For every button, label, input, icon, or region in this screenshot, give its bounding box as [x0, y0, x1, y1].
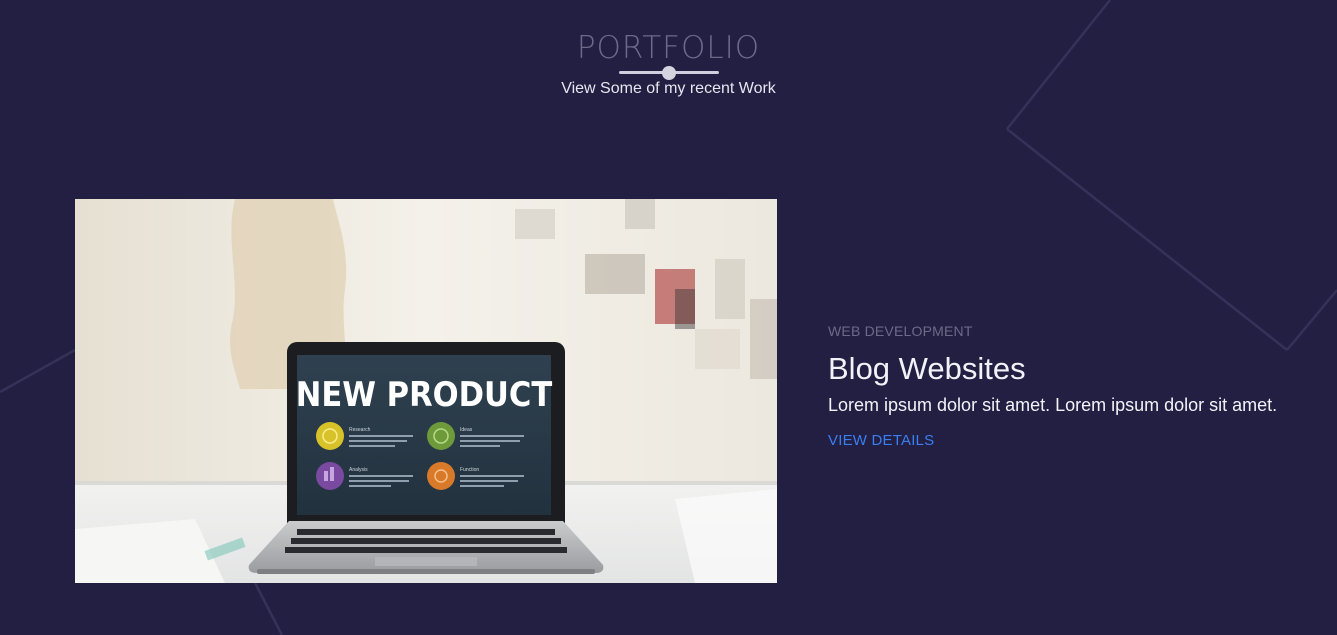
divider-dot — [661, 66, 676, 80]
project-title: Blog Websites — [828, 351, 1026, 386]
project-info: WEB DEVELOPMENT Blog Websites Lorem ipsu… — [828, 323, 1308, 450]
svg-text:Ideas: Ideas — [460, 427, 473, 433]
project-category: WEB DEVELOPMENT — [828, 323, 973, 339]
section-heading: PORTFOLIO View Some of my recent Work — [0, 28, 1337, 98]
title-divider — [618, 66, 719, 80]
screen-heading: NEW PRODUCT — [296, 375, 553, 415]
project-image[interactable]: NEW PRODUCT Research Ideas Analysis Func… — [75, 199, 777, 583]
view-details-link[interactable]: VIEW DETAILS — [828, 432, 934, 449]
section-subtitle: View Some of my recent Work — [561, 80, 776, 97]
project-description: Lorem ipsum dolor sit amet. Lorem ipsum … — [828, 395, 1278, 415]
svg-text:Research: Research — [349, 427, 371, 433]
svg-text:Function: Function — [460, 467, 479, 473]
svg-text:Analysis: Analysis — [349, 467, 368, 473]
section-title: PORTFOLIO — [576, 30, 761, 66]
